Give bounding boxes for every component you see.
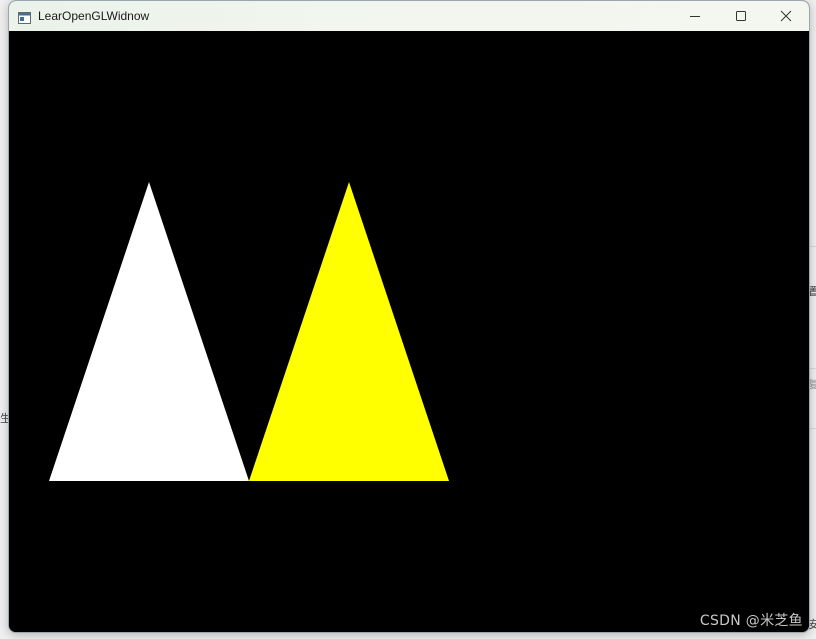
yellow-triangle bbox=[249, 182, 449, 481]
opengl-window: LearOpenGLWidnow CSDN @米芝鱼 bbox=[8, 0, 810, 633]
maximize-icon bbox=[735, 7, 747, 26]
title-bar[interactable]: LearOpenGLWidnow bbox=[9, 1, 809, 31]
minimize-icon bbox=[689, 7, 701, 26]
scene-canvas bbox=[49, 182, 449, 481]
white-triangle bbox=[49, 182, 249, 481]
opengl-render-area[interactable]: CSDN @米芝鱼 bbox=[9, 31, 809, 632]
close-icon bbox=[780, 7, 792, 26]
minimize-button[interactable] bbox=[672, 1, 718, 31]
csdn-watermark: CSDN @米芝鱼 bbox=[699, 613, 803, 629]
window-title: LearOpenGLWidnow bbox=[38, 9, 150, 23]
close-button[interactable] bbox=[763, 1, 809, 31]
maximize-button[interactable] bbox=[718, 1, 764, 31]
app-window-icon bbox=[18, 9, 31, 24]
